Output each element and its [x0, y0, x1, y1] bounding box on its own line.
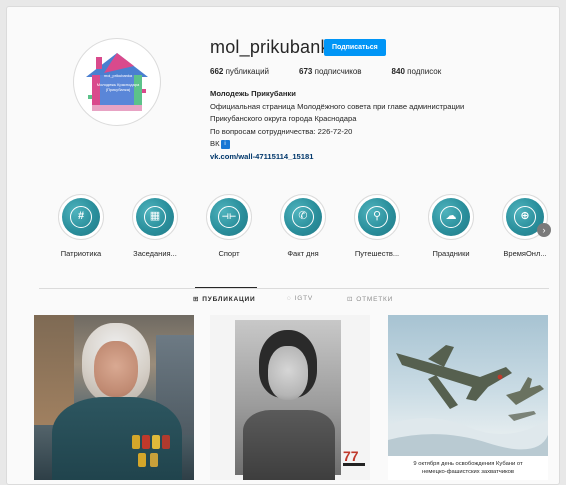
highlight-cover: ⚲ — [358, 198, 396, 236]
post-photo-uniform — [243, 410, 335, 480]
tab-igtv[interactable]: ◌ IGTV — [287, 295, 313, 302]
story-highlights: # Патриотика ▦ Заседания... ⊣⊢ Спорт ✆ Ф… — [45, 194, 551, 264]
chevron-right-icon[interactable]: › — [537, 223, 551, 237]
highlight-prazdniki[interactable]: ☁ Праздники — [415, 194, 487, 258]
location-pin-icon: ⚲ — [366, 206, 388, 228]
bio-line3: По вопросам сотрудничества: 226-72-20 — [210, 126, 353, 136]
post-illustration-planes — [388, 345, 548, 456]
highlight-zasedaniya[interactable]: ▦ Заседания... — [119, 194, 191, 258]
anniversary-ribbon — [343, 463, 365, 466]
follow-button[interactable]: Подписаться — [324, 39, 386, 56]
presentation-icon: ▦ — [144, 206, 166, 228]
anniversary-badge: 77 — [343, 448, 359, 464]
bio-line1: Официальная страница Молодёжного совета … — [210, 101, 465, 111]
highlight-cover: ⊣⊢ — [210, 198, 248, 236]
dumbbell-icon: ⊣⊢ — [218, 206, 240, 228]
highlight-cover: ▦ — [136, 198, 174, 236]
bio-line2: Прикубанского округа города Краснодара — [210, 114, 357, 123]
igtv-icon: ◌ — [287, 295, 292, 302]
highlight-label: Путешеств... — [354, 249, 400, 258]
stat-followers[interactable]: 673 подписчиков — [299, 67, 362, 76]
post-caption-line1: 9 октября день освобождения Кубани от — [413, 461, 523, 467]
highlight-label: Заседания... — [133, 249, 177, 258]
highlight-ring: ⊣⊢ — [206, 194, 252, 240]
highlight-ring: ✆ — [280, 194, 326, 240]
highlight-ring: ⚲ — [354, 194, 400, 240]
hashtag-icon: # — [70, 206, 92, 228]
globe-icon: ⊕ — [514, 206, 536, 228]
bio-name: Молодежь Прикубанки — [210, 89, 296, 98]
balloon-icon: ☁ — [440, 206, 462, 228]
following-count: 840 — [391, 67, 405, 76]
highlight-ring: # — [58, 194, 104, 240]
medal-icon — [138, 453, 146, 467]
highlight-label: Факт дня — [287, 249, 319, 258]
post-thumbnail[interactable]: 9 октября день освобождения Кубани от не… — [388, 315, 548, 480]
active-tab-indicator — [195, 287, 257, 288]
posts-label: публикаций — [225, 67, 270, 76]
highlight-cover: ✆ — [284, 198, 322, 236]
post-caption-line2: немецко-фашистских захватчиков — [422, 469, 514, 475]
highlight-ring: ☁ — [428, 194, 474, 240]
profile-avatar[interactable]: mol_prikubanka Молодежь Краснодара (Прик… — [73, 38, 161, 126]
tab-publications[interactable]: ⊞ ПУБЛИКАЦИИ — [193, 295, 255, 303]
bio-line4: ВК i — [210, 138, 464, 151]
highlight-puteshestviya[interactable]: ⚲ Путешеств... — [341, 194, 413, 258]
post-thumbnail[interactable] — [34, 315, 194, 480]
highlight-patriotika[interactable]: # Патриотика — [45, 194, 117, 258]
tag-icon: ⊡ — [347, 296, 354, 303]
stat-posts: 662 публикаций — [210, 67, 269, 76]
profile-stats: 662 публикаций 673 подписчиков 840 подпи… — [210, 67, 441, 76]
post-caption: 9 октября день освобождения Кубани от не… — [388, 456, 548, 480]
avatar-line1: mol_prikubanka — [103, 73, 133, 78]
posts-count: 662 — [210, 67, 224, 76]
grid-icon: ⊞ — [193, 296, 200, 303]
avatar-caption: mol_prikubanka Молодежь Краснодара (Прик… — [92, 73, 144, 92]
post-photo-portrait — [235, 320, 341, 480]
tab-label: IGTV — [294, 295, 314, 302]
medal-icon — [132, 435, 140, 449]
medal-icon — [152, 435, 160, 449]
followers-label: подписчиков — [314, 67, 362, 76]
avatar-line3: (Прикубанка) — [105, 87, 131, 92]
bio-link[interactable]: vk.com/wall-47115114_15181 — [210, 151, 464, 164]
tab-label: ОТМЕТКИ — [356, 296, 394, 303]
bio-vk-text: ВК — [210, 139, 220, 148]
highlight-label: ВремяОнл... — [503, 249, 547, 258]
medal-icon — [142, 435, 150, 449]
highlight-ring: ▦ — [132, 194, 178, 240]
tabs-divider — [39, 288, 549, 289]
post-photo-face — [268, 346, 308, 400]
highlight-label: Праздники — [432, 249, 470, 258]
following-label: подписок — [407, 67, 442, 76]
profile-bio: Молодежь Прикубанки Официальная страница… — [210, 88, 464, 163]
highlight-label: Патриотика — [60, 249, 102, 258]
tab-tagged[interactable]: ⊡ ОТМЕТКИ — [347, 295, 393, 303]
stat-following[interactable]: 840 подписок — [392, 67, 442, 76]
profile-username: mol_prikubanka — [210, 37, 340, 57]
highlight-cover: ☁ — [432, 198, 470, 236]
tab-label: ПУБЛИКАЦИИ — [202, 296, 256, 303]
instagram-profile-page: mol_prikubanka Молодежь Краснодара (Прик… — [6, 6, 560, 485]
phone-icon: ✆ — [292, 206, 314, 228]
post-thumbnail[interactable]: 77 — [210, 315, 370, 480]
medal-icon — [150, 453, 158, 467]
medal-icon — [162, 435, 170, 449]
post-photo-face — [94, 341, 138, 397]
info-icon: i — [220, 139, 230, 149]
followers-count: 673 — [299, 67, 313, 76]
highlight-label: Спорт — [218, 249, 240, 258]
highlight-sport[interactable]: ⊣⊢ Спорт — [193, 194, 265, 258]
highlight-fakt-dnya[interactable]: ✆ Факт дня — [267, 194, 339, 258]
highlight-cover: # — [62, 198, 100, 236]
